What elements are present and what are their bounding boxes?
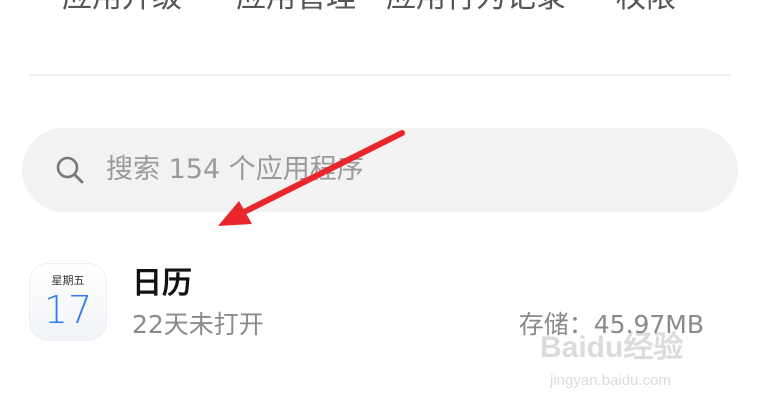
search-input[interactable] <box>106 128 706 212</box>
top-tab-strip: 应用升级 应用管理 应用行为记录 权限 <box>0 0 760 18</box>
app-last-opened: 22天未打开 <box>132 310 264 339</box>
tab-app-behavior-log[interactable]: 应用行为记录 <box>386 0 566 18</box>
tab-app-management[interactable]: 应用管理 <box>236 0 356 18</box>
watermark-brand: Baidu经验 <box>540 331 684 364</box>
baidu-jingyan-watermark: Baidu经验 jingyan.baidu.com <box>540 328 720 396</box>
calendar-icon-day: 17 <box>43 288 93 332</box>
tab-permissions[interactable]: 权限 <box>616 0 676 18</box>
search-bar[interactable] <box>22 128 738 212</box>
app-name: 日历 <box>132 266 192 301</box>
calendar-icon: 星期五 17 <box>30 264 106 340</box>
app-manager-screen: 应用升级 应用管理 应用行为记录 权限 星期五 17 日历 22天未打开 存储：… <box>0 0 760 408</box>
watermark-url: jingyan.baidu.com <box>550 372 671 389</box>
search-icon <box>56 156 84 184</box>
section-divider <box>30 74 730 76</box>
tab-app-upgrade[interactable]: 应用升级 <box>62 0 182 18</box>
